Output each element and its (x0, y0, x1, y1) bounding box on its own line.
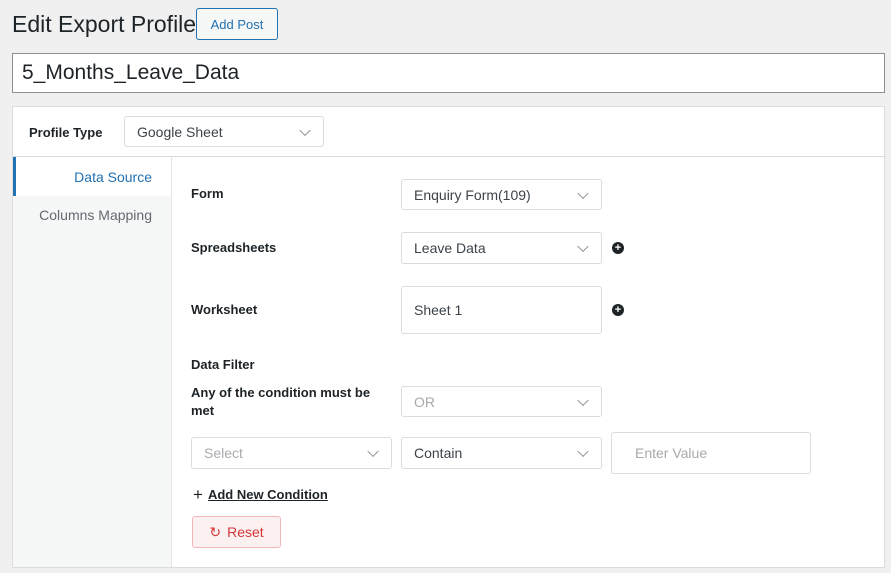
refresh-icon: ↻ (209, 523, 222, 540)
profile-type-label: Profile Type (29, 125, 103, 140)
worksheet-input[interactable] (401, 286, 602, 334)
spreadsheets-select-value: Leave Data (414, 240, 486, 256)
condition-match-label: Any of the condition must be met (191, 385, 371, 418)
form-select-value: Enquiry Form(109) (414, 186, 531, 203)
profile-type-value: Google Sheet (137, 123, 223, 140)
add-worksheet-icon[interactable]: + (612, 304, 624, 316)
data-filter-heading: Data Filter (191, 357, 255, 372)
spreadsheets-select[interactable]: Leave Data (401, 232, 602, 264)
chevron-down-icon (367, 445, 379, 458)
spreadsheets-label: Spreadsheets (191, 240, 277, 255)
chevron-down-icon (577, 394, 589, 406)
filter-field-placeholder: Select (204, 445, 243, 461)
filter-field-select[interactable]: Select (191, 437, 392, 469)
add-new-condition-label: Add New Condition (207, 487, 328, 502)
chevron-down-icon (577, 187, 589, 199)
chevron-down-icon (577, 445, 589, 458)
add-spreadsheet-icon[interactable]: + (612, 242, 624, 254)
add-post-button[interactable]: Add Post (196, 8, 278, 40)
profile-type-row: Profile Type Google Sheet (13, 107, 884, 157)
filter-operator-value: Contain (414, 445, 463, 461)
export-profile-panel: Profile Type Google Sheet Data Source Co… (12, 106, 885, 568)
plus-icon: + (193, 485, 203, 504)
form-label: Form (191, 186, 224, 201)
filter-value-input[interactable] (611, 432, 811, 474)
add-new-condition-link[interactable]: + Add New Condition (193, 485, 328, 504)
tab-columns-mapping[interactable]: Columns Mapping (39, 207, 152, 223)
chevron-down-icon (577, 240, 589, 253)
tab-data-source[interactable]: Data Source (74, 169, 152, 185)
chevron-down-icon (299, 124, 311, 136)
filter-operator-select[interactable]: Contain (401, 437, 602, 469)
condition-match-value: OR (414, 393, 435, 410)
reset-label: Reset (227, 524, 264, 540)
form-select[interactable]: Enquiry Form(109) (401, 179, 602, 210)
condition-match-select[interactable]: OR (401, 386, 602, 417)
page-title: Edit Export Profile (12, 11, 197, 37)
worksheet-label: Worksheet (191, 302, 258, 317)
reset-button[interactable]: ↻ Reset (192, 516, 281, 548)
profile-name-input[interactable] (12, 53, 885, 93)
profile-type-select[interactable]: Google Sheet (124, 116, 324, 147)
settings-sidebar: Data Source Columns Mapping (13, 157, 172, 567)
